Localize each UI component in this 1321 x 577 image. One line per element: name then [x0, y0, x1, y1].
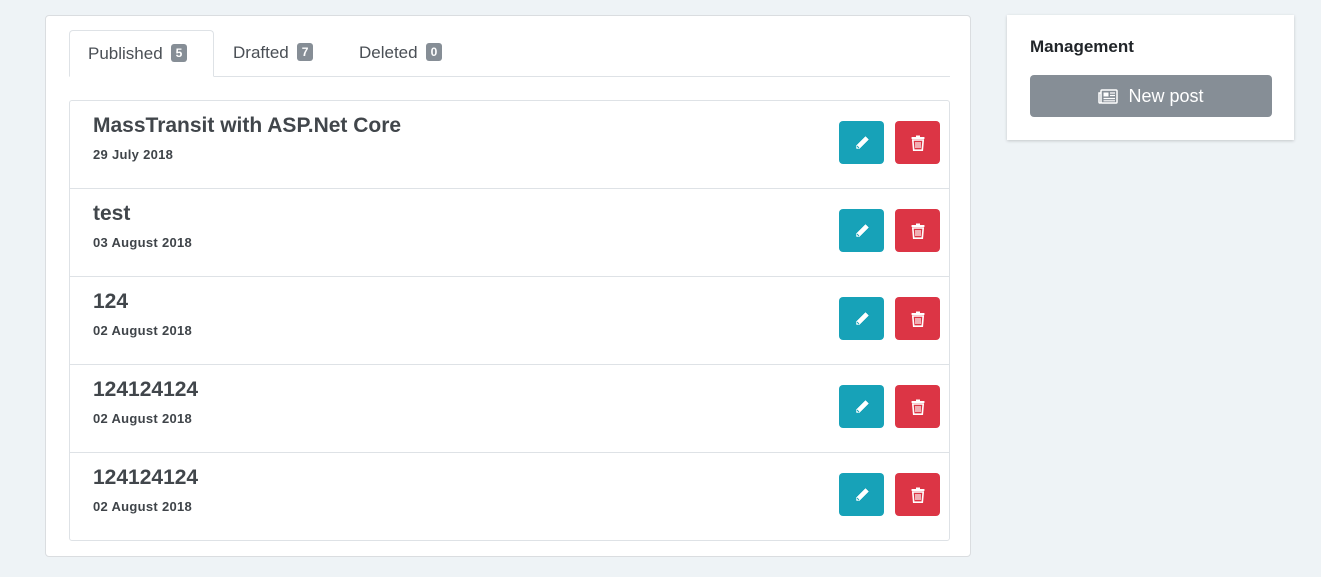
edit-button[interactable] [839, 385, 884, 428]
panel-title: Management [1030, 37, 1134, 56]
tab-deleted[interactable]: Deleted 0 [359, 30, 443, 77]
delete-button[interactable] [895, 121, 940, 164]
list-item: MassTransit with ASP.Net Core 29 July 20… [69, 100, 950, 189]
trash-icon [911, 399, 924, 415]
post-date: 02 August 2018 [93, 323, 193, 338]
post-date: 03 August 2018 [93, 235, 193, 250]
post-title[interactable]: 124 [93, 290, 128, 314]
new-post-label: New post [1128, 85, 1204, 106]
list-item: test 03 August 2018 [69, 188, 950, 277]
trash-icon [911, 223, 924, 239]
pencil-icon [855, 223, 869, 237]
trash-icon [911, 487, 924, 503]
delete-button[interactable] [895, 297, 940, 340]
newspaper-icon [1098, 88, 1119, 104]
post-title[interactable]: test [93, 202, 130, 226]
post-list: MassTransit with ASP.Net Core 29 July 20… [69, 100, 950, 541]
delete-button[interactable] [895, 385, 940, 428]
post-title[interactable]: 124124124 [93, 466, 198, 490]
tab-label: Published [88, 44, 163, 63]
trash-icon [911, 311, 924, 327]
list-item: 124 02 August 2018 [69, 276, 950, 365]
post-title[interactable]: 124124124 [93, 378, 198, 402]
tab-drafted[interactable]: Drafted 7 [233, 30, 314, 77]
management-panel: Management New post [1007, 15, 1294, 140]
pencil-icon [855, 399, 869, 413]
pencil-icon [855, 135, 869, 149]
post-title[interactable]: MassTransit with ASP.Net Core [93, 114, 401, 138]
list-item: 124124124 02 August 2018 [69, 364, 950, 453]
edit-button[interactable] [839, 297, 884, 340]
edit-button[interactable] [839, 121, 884, 164]
pencil-icon [855, 311, 869, 325]
edit-button[interactable] [839, 209, 884, 252]
tab-label: Drafted [233, 43, 289, 62]
count-badge: 5 [170, 44, 188, 62]
posts-panel: Published 5 Drafted 7 Deleted 0 MassTransit… [45, 15, 971, 557]
post-date: 02 August 2018 [93, 411, 193, 426]
new-post-button[interactable]: New post [1030, 75, 1272, 117]
post-date: 29 July 2018 [93, 147, 174, 162]
count-badge: 0 [425, 43, 443, 61]
tab-published[interactable]: Published 5 [69, 30, 214, 77]
post-status-tabs: Published 5 Drafted 7 Deleted 0 [69, 30, 950, 77]
count-badge: 7 [296, 43, 314, 61]
trash-icon [911, 135, 924, 151]
list-item: 124124124 02 August 2018 [69, 452, 950, 541]
delete-button[interactable] [895, 473, 940, 516]
tab-label: Deleted [359, 43, 418, 62]
delete-button[interactable] [895, 209, 940, 252]
post-date: 02 August 2018 [93, 499, 193, 514]
edit-button[interactable] [839, 473, 884, 516]
pencil-icon [855, 487, 869, 501]
